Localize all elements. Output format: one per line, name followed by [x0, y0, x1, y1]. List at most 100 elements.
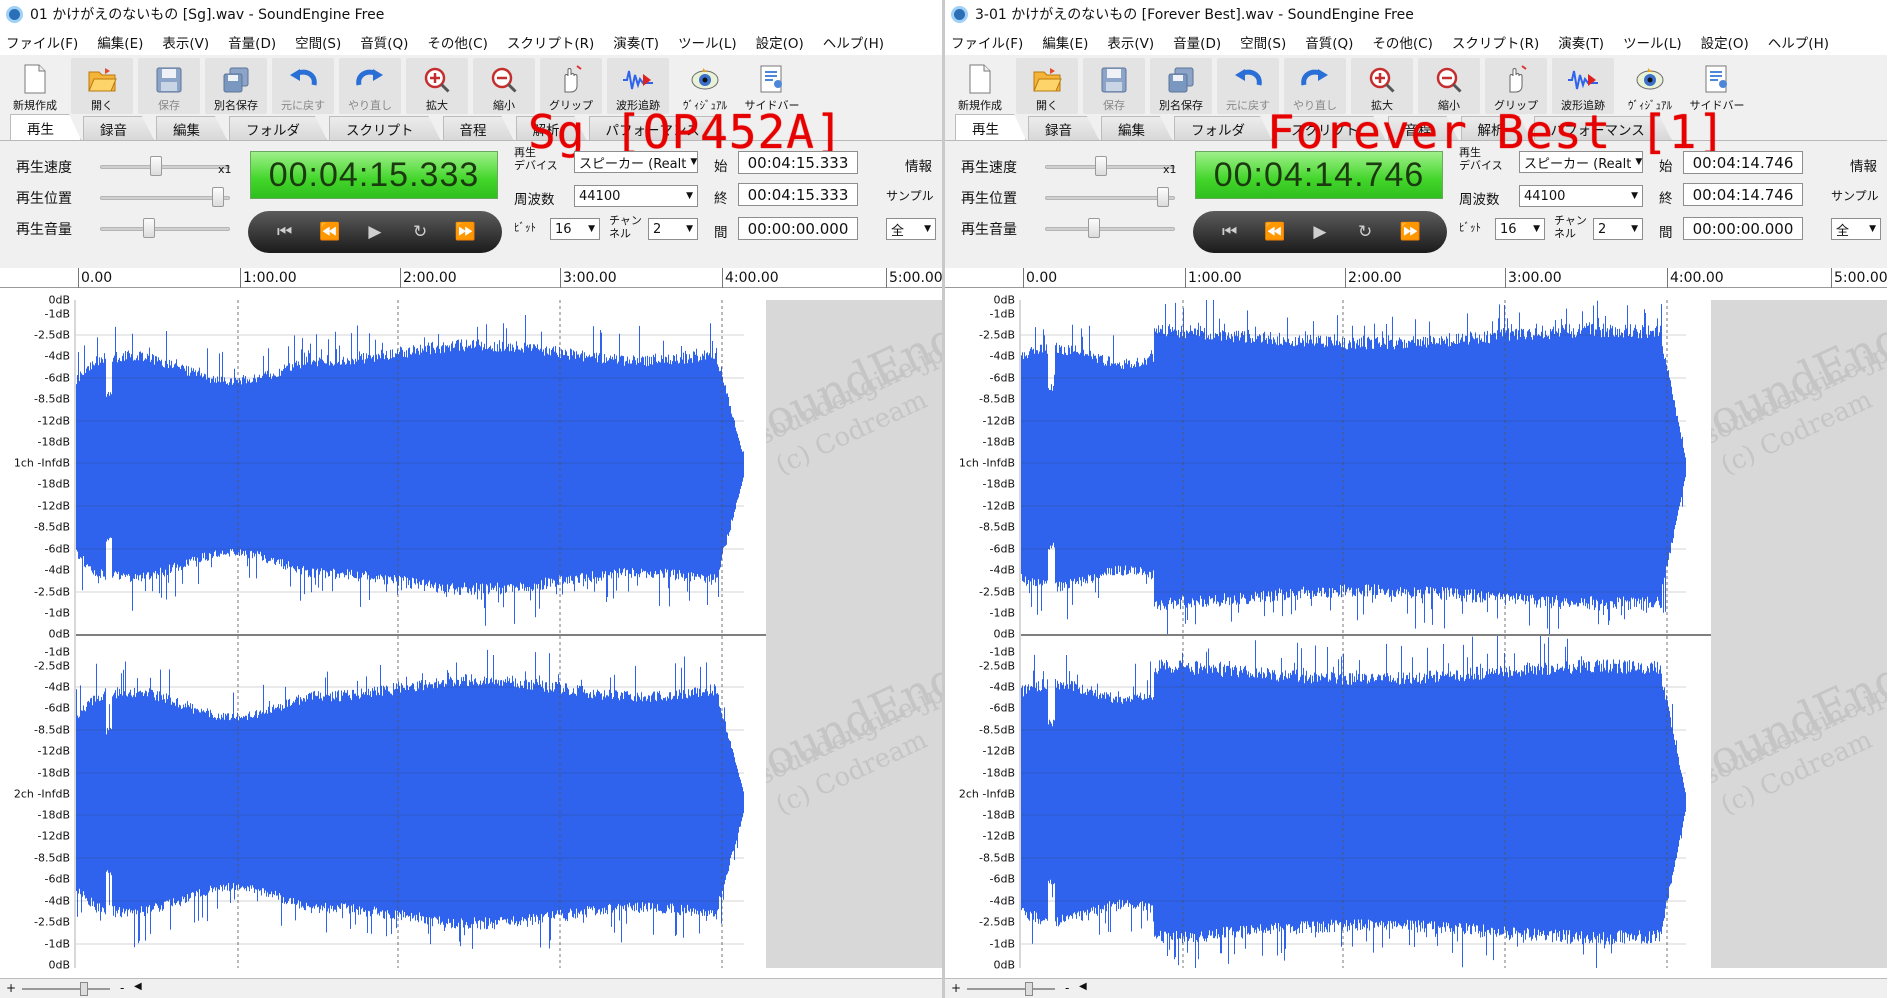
toolbar-button-undo[interactable]: 元に戻す — [272, 58, 334, 114]
speed-slider-track[interactable] — [1045, 165, 1175, 169]
volume-slider-thumb[interactable] — [1088, 218, 1100, 238]
freq-select[interactable]: 44100 ▼ — [1519, 185, 1643, 207]
zoom-slider-track[interactable] — [22, 988, 110, 990]
bit-select[interactable]: 16 ▼ — [550, 218, 600, 240]
zoom-out-mini-button[interactable]: - — [120, 981, 124, 995]
menu-item[interactable]: 空間(S) — [1240, 32, 1286, 52]
menu-item[interactable]: 空間(S) — [295, 32, 341, 52]
menu-item[interactable]: スクリプト(R) — [507, 32, 594, 52]
tab[interactable]: スクリプト — [329, 116, 441, 140]
zoom-out-mini-button[interactable]: - — [1065, 981, 1069, 995]
end-field[interactable]: 00:04:15.333 — [738, 183, 858, 206]
menu-item[interactable]: 音量(D) — [228, 32, 276, 52]
duration-field[interactable]: 00:00:00.000 — [738, 217, 858, 240]
loop-button[interactable]: ↻ — [1350, 222, 1380, 242]
toolbar-button-save-as[interactable]: 別名保存 — [205, 58, 267, 114]
speed-slider-thumb[interactable] — [150, 156, 162, 176]
fast-forward-button[interactable]: ⏩ — [450, 222, 480, 242]
menu-item[interactable]: 音質(Q) — [1305, 32, 1353, 52]
tab[interactable]: 音程 — [443, 116, 514, 140]
waveform-area[interactable]: 0.00 1:00.00 2:00.00 3:00.00 4:00.00 5:00.00 S… — [0, 250, 942, 988]
toolbar-button-save[interactable]: 保存 — [138, 58, 200, 114]
zoom-slider-thumb[interactable] — [1025, 982, 1033, 996]
menu-item[interactable]: ヘルプ(H) — [1768, 32, 1829, 52]
info-label[interactable]: 情報 — [1850, 155, 1877, 175]
skip-to-start-button[interactable]: ⏮ — [1215, 222, 1245, 242]
tab[interactable]: 編集 — [156, 116, 227, 140]
toolbar-button-new-file[interactable]: 新規作成 — [949, 58, 1011, 114]
menu-item[interactable]: 編集(E) — [97, 32, 143, 52]
zoom-slider-thumb[interactable] — [80, 982, 88, 996]
menu-item[interactable]: ツール(L) — [1623, 32, 1682, 52]
title-bar[interactable]: 3-01 かけがえのないもの [Forever Best].wav - Soun… — [945, 0, 1887, 28]
end-field[interactable]: 00:04:14.746 — [1683, 183, 1803, 206]
menu-item[interactable]: 音量(D) — [1173, 32, 1221, 52]
menu-item[interactable]: その他(C) — [427, 32, 487, 52]
device-select[interactable]: スピーカー (Realt ▼ — [1519, 151, 1643, 173]
position-slider-track[interactable] — [1045, 196, 1175, 200]
tab[interactable]: 再生 — [955, 114, 1026, 140]
toolbar-button-open-folder[interactable]: 開く — [71, 58, 133, 114]
range-select[interactable]: 全 ▼ — [886, 218, 936, 240]
time-ruler[interactable]: 0.00 1:00.00 2:00.00 3:00.00 4:00.00 5:00.00 — [0, 268, 942, 288]
volume-slider-track[interactable] — [1045, 227, 1175, 231]
menu-item[interactable]: 音質(Q) — [360, 32, 408, 52]
fast-forward-button[interactable]: ⏩ — [1395, 222, 1425, 242]
speed-slider-thumb[interactable] — [1095, 156, 1107, 176]
volume-slider-thumb[interactable] — [143, 218, 155, 238]
toolbar-button-zoom-out[interactable]: 縮小 — [473, 58, 535, 114]
device-select[interactable]: スピーカー (Realt ▼ — [574, 151, 698, 173]
scroll-left-icon[interactable]: ◀ — [1079, 981, 1087, 992]
menu-item[interactable]: ツール(L) — [678, 32, 737, 52]
menu-item[interactable]: 表示(V) — [1107, 32, 1154, 52]
toolbar-button-redo[interactable]: やり直し — [339, 58, 401, 114]
menu-item[interactable]: その他(C) — [1372, 32, 1432, 52]
start-field[interactable]: 00:04:15.333 — [738, 151, 858, 174]
play-button[interactable]: ▶ — [360, 222, 390, 242]
play-button[interactable]: ▶ — [1305, 222, 1335, 242]
menu-item[interactable]: 設定(O) — [756, 32, 804, 52]
tab[interactable]: 録音 — [1028, 116, 1099, 140]
menu-item[interactable]: 演奏(T) — [613, 32, 659, 52]
toolbar-button-save[interactable]: 保存 — [1083, 58, 1145, 114]
rewind-button[interactable]: ⏪ — [1260, 222, 1290, 242]
freq-select[interactable]: 44100 ▼ — [574, 185, 698, 207]
info-label[interactable]: 情報 — [905, 155, 932, 175]
waveform-canvas[interactable] — [1021, 300, 1711, 968]
volume-slider-track[interactable] — [100, 227, 230, 231]
toolbar-button-new-file[interactable]: 新規作成 — [4, 58, 66, 114]
position-slider-thumb[interactable] — [1157, 187, 1169, 207]
menu-item[interactable]: 設定(O) — [1701, 32, 1749, 52]
range-select[interactable]: 全 ▼ — [1831, 218, 1881, 240]
menu-item[interactable]: 演奏(T) — [1558, 32, 1604, 52]
waveform-area[interactable]: 0.00 1:00.00 2:00.00 3:00.00 4:00.00 5:00.00 S… — [945, 250, 1887, 988]
rewind-button[interactable]: ⏪ — [315, 222, 345, 242]
toolbar-button-zoom-in[interactable]: 拡大 — [406, 58, 468, 114]
skip-to-start-button[interactable]: ⏮ — [270, 222, 300, 242]
duration-field[interactable]: 00:00:00.000 — [1683, 217, 1803, 240]
toolbar-button-save-as[interactable]: 別名保存 — [1150, 58, 1212, 114]
time-ruler[interactable]: 0.00 1:00.00 2:00.00 3:00.00 4:00.00 5:00.00 — [945, 268, 1887, 288]
menu-item[interactable]: ヘルプ(H) — [823, 32, 884, 52]
sample-label[interactable]: サンプル — [1831, 189, 1879, 203]
toolbar-button-open-folder[interactable]: 開く — [1016, 58, 1078, 114]
loop-button[interactable]: ↻ — [405, 222, 435, 242]
tab[interactable]: フォルダ — [1174, 116, 1272, 140]
tab[interactable]: フォルダ — [229, 116, 327, 140]
channel-select[interactable]: 2 ▼ — [1593, 218, 1643, 240]
bit-select[interactable]: 16 ▼ — [1495, 218, 1545, 240]
zoom-slider-track[interactable] — [967, 988, 1055, 990]
tab[interactable]: 再生 — [10, 114, 81, 140]
position-slider-track[interactable] — [100, 196, 230, 200]
position-slider-thumb[interactable] — [212, 187, 224, 207]
zoom-in-mini-button[interactable]: + — [951, 981, 961, 995]
menu-item[interactable]: 編集(E) — [1042, 32, 1088, 52]
zoom-in-mini-button[interactable]: + — [6, 981, 16, 995]
menu-item[interactable]: ファイル(F) — [951, 32, 1023, 52]
menu-item[interactable]: スクリプト(R) — [1452, 32, 1539, 52]
scroll-left-icon[interactable]: ◀ — [134, 981, 142, 992]
start-field[interactable]: 00:04:14.746 — [1683, 151, 1803, 174]
menu-item[interactable]: ファイル(F) — [6, 32, 78, 52]
tab[interactable]: 録音 — [83, 116, 154, 140]
title-bar[interactable]: 01 かけがえのないもの [Sg].wav - SoundEngine Free — [0, 0, 942, 28]
